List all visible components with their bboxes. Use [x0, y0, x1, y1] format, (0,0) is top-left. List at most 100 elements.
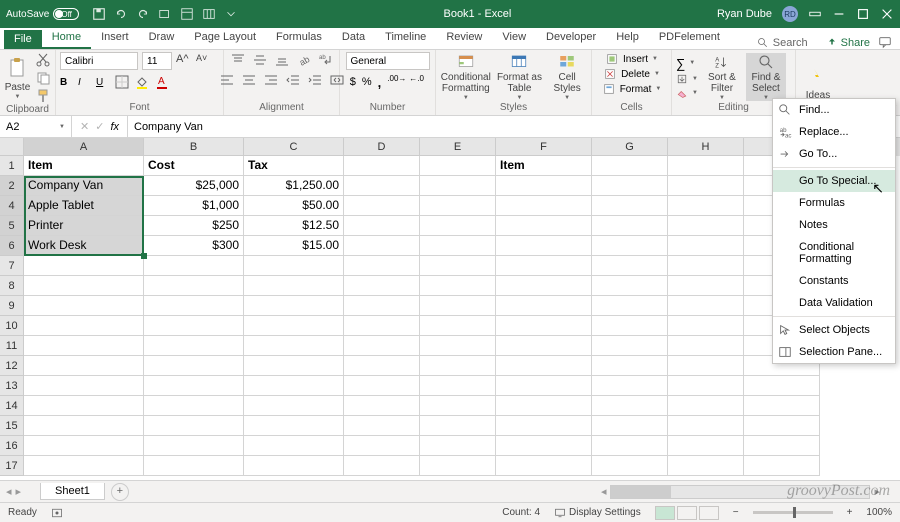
menu-item-conditional-formatting[interactable]: Conditional Formatting: [773, 236, 895, 270]
cell-F17[interactable]: [496, 456, 592, 476]
cell-H10[interactable]: [668, 316, 744, 336]
cell-G5[interactable]: [592, 216, 668, 236]
cell-B4[interactable]: $1,000: [144, 196, 244, 216]
row-header[interactable]: 6: [0, 236, 24, 256]
zoom-out-button[interactable]: −: [733, 507, 739, 518]
cell-D15[interactable]: [344, 416, 420, 436]
col-header-C[interactable]: C: [244, 138, 344, 156]
scroll-right-icon[interactable]: ▸: [874, 485, 880, 498]
cell-C14[interactable]: [244, 396, 344, 416]
cell-C13[interactable]: [244, 376, 344, 396]
cell-B14[interactable]: [144, 396, 244, 416]
cell-B12[interactable]: [144, 356, 244, 376]
cell-E5[interactable]: [420, 216, 496, 236]
menu-item-select-objects[interactable]: Select Objects: [773, 319, 895, 341]
cell-B11[interactable]: [144, 336, 244, 356]
shrink-font-icon[interactable]: A˅: [196, 53, 212, 69]
cell-styles-button[interactable]: Cell Styles▼: [547, 53, 587, 101]
currency-icon[interactable]: $: [350, 76, 356, 88]
row-header[interactable]: 4: [0, 196, 24, 216]
zoom-level[interactable]: 100%: [866, 507, 892, 518]
add-sheet-button[interactable]: +: [111, 483, 129, 501]
save-icon[interactable]: [92, 7, 106, 21]
menu-item-notes[interactable]: Notes: [773, 214, 895, 236]
menu-item-find[interactable]: Find...: [773, 99, 895, 121]
cell-E1[interactable]: [420, 156, 496, 176]
cell-H16[interactable]: [668, 436, 744, 456]
cell-D7[interactable]: [344, 256, 420, 276]
cell-G7[interactable]: [592, 256, 668, 276]
view-page-break-icon[interactable]: [699, 506, 719, 520]
menu-item-data-validation[interactable]: Data Validation: [773, 292, 895, 314]
cell-I17[interactable]: [744, 456, 820, 476]
row-header[interactable]: 15: [0, 416, 24, 436]
cell-I15[interactable]: [744, 416, 820, 436]
row-header[interactable]: 16: [0, 436, 24, 456]
col-header-A[interactable]: A: [24, 138, 144, 156]
cell-H6[interactable]: [668, 236, 744, 256]
conditional-formatting-button[interactable]: Conditional Formatting▼: [440, 53, 492, 101]
cell-G14[interactable]: [592, 396, 668, 416]
qat-dropdown-icon[interactable]: [224, 7, 238, 21]
paste-button[interactable]: Paste ▼: [4, 54, 31, 102]
cell-A9[interactable]: [24, 296, 144, 316]
name-box[interactable]: A2▼: [0, 116, 72, 137]
font-name-select[interactable]: [60, 52, 138, 70]
font-color-icon[interactable]: A: [154, 74, 170, 90]
cell-E6[interactable]: [420, 236, 496, 256]
sheet-nav-prev-icon[interactable]: ◂: [6, 485, 12, 498]
cell-D8[interactable]: [344, 276, 420, 296]
cell-H9[interactable]: [668, 296, 744, 316]
cell-A6[interactable]: Work Desk: [24, 236, 144, 256]
search-button[interactable]: Search: [747, 37, 818, 49]
cell-G15[interactable]: [592, 416, 668, 436]
cell-C2[interactable]: $1,250.00: [244, 176, 344, 196]
font-size-select[interactable]: [142, 52, 172, 70]
menu-item-go-to[interactable]: Go To...: [773, 143, 895, 165]
cell-B17[interactable]: [144, 456, 244, 476]
cell-E16[interactable]: [420, 436, 496, 456]
delete-cells-button[interactable]: Delete▼: [603, 67, 660, 81]
cell-B9[interactable]: [144, 296, 244, 316]
align-top-icon[interactable]: [230, 52, 246, 68]
cell-C17[interactable]: [244, 456, 344, 476]
cell-H13[interactable]: [668, 376, 744, 396]
cell-C10[interactable]: [244, 316, 344, 336]
tab-view[interactable]: View: [492, 28, 536, 49]
indent-inc-icon[interactable]: [307, 72, 323, 88]
cell-C15[interactable]: [244, 416, 344, 436]
cell-C6[interactable]: $15.00: [244, 236, 344, 256]
borders-icon[interactable]: [114, 74, 130, 90]
cell-G8[interactable]: [592, 276, 668, 296]
cell-F10[interactable]: [496, 316, 592, 336]
spreadsheet-grid[interactable]: ABCDEFGHI 1ItemCostTaxItem2Company Van$2…: [0, 138, 900, 488]
cell-B2[interactable]: $25,000: [144, 176, 244, 196]
inc-decimal-icon[interactable]: .00→: [387, 74, 403, 90]
cell-E17[interactable]: [420, 456, 496, 476]
cell-B6[interactable]: $300: [144, 236, 244, 256]
cell-G17[interactable]: [592, 456, 668, 476]
underline-button[interactable]: U: [96, 77, 110, 88]
cell-B10[interactable]: [144, 316, 244, 336]
align-center-icon[interactable]: [241, 72, 257, 88]
format-painter-icon[interactable]: [35, 88, 51, 104]
wrap-text-icon[interactable]: ab: [318, 52, 334, 68]
share-button[interactable]: Share: [818, 37, 878, 49]
row-header[interactable]: 9: [0, 296, 24, 316]
orientation-icon[interactable]: ab: [296, 52, 312, 68]
cell-I16[interactable]: [744, 436, 820, 456]
col-header-D[interactable]: D: [344, 138, 420, 156]
cell-H7[interactable]: [668, 256, 744, 276]
grow-font-icon[interactable]: A^: [176, 53, 192, 69]
cell-G12[interactable]: [592, 356, 668, 376]
cell-C8[interactable]: [244, 276, 344, 296]
tab-formulas[interactable]: Formulas: [266, 28, 332, 49]
format-cells-button[interactable]: Format▼: [602, 82, 662, 96]
cell-C12[interactable]: [244, 356, 344, 376]
cell-A8[interactable]: [24, 276, 144, 296]
comma-icon[interactable]: ,: [378, 75, 382, 90]
align-left-icon[interactable]: [219, 72, 235, 88]
cell-D5[interactable]: [344, 216, 420, 236]
zoom-in-button[interactable]: +: [847, 507, 853, 518]
col-header-B[interactable]: B: [144, 138, 244, 156]
